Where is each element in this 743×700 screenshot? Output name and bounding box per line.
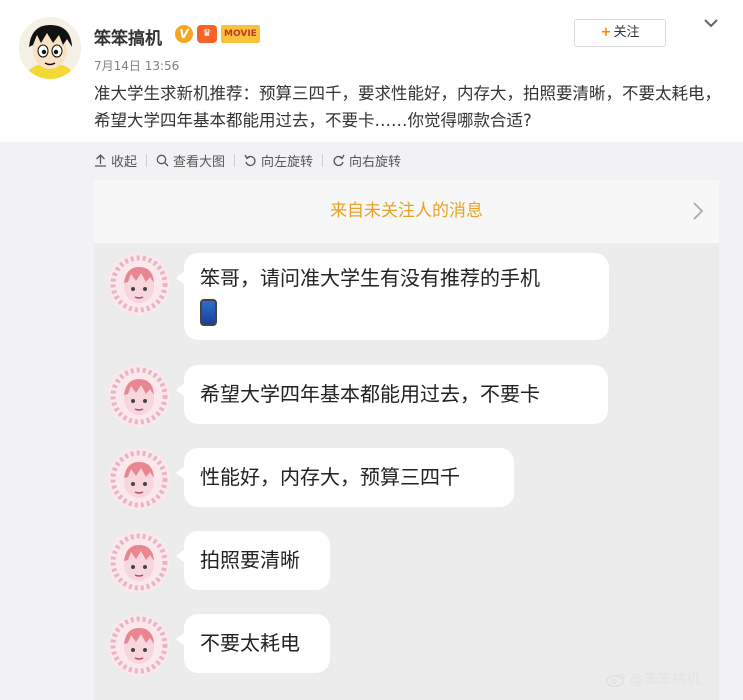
post-header: 笨笨搞机 V ♛ MOVIE 7月14日 13:56 + 关注 准大学生求新机推荐…	[0, 0, 743, 150]
rotate-left-button[interactable]: 向左旋转	[244, 151, 313, 170]
chat-bubble: 性能好，内存大，预算三四千	[176, 448, 514, 507]
chat-title: 来自未关注人的消息	[330, 201, 483, 221]
toolbar-divider	[322, 153, 324, 167]
weibo-icon	[606, 672, 625, 687]
toolbar-divider	[146, 153, 148, 167]
collapse-button[interactable]: 收起	[94, 151, 137, 170]
message-text: 希望大学四年基本都能用过去，不要卡	[200, 382, 540, 406]
follow-label: 关注	[613, 25, 640, 40]
post-text: 准大学生求新机推荐：预算三四千，要求性能好，内存大，拍照要清晰，不要太耗电，希望…	[94, 84, 721, 130]
view-large-label: 查看大图	[173, 154, 226, 170]
user-badges: V ♛ MOVIE	[175, 25, 260, 43]
chat-bubble: 不要太耗电	[176, 614, 330, 673]
message-text: 性能好，内存大，预算三四千	[200, 465, 460, 489]
user-avatar[interactable]	[19, 17, 81, 79]
movie-badge-icon[interactable]: MOVIE	[221, 25, 260, 43]
chevron-right-icon	[693, 202, 704, 220]
sender-avatar	[108, 614, 170, 676]
plus-icon: +	[600, 25, 612, 40]
chevron-down-icon[interactable]	[702, 14, 720, 32]
chat-bubble: 希望大学四年基本都能用过去，不要卡	[176, 365, 608, 424]
watermark: @笨笨搞机	[606, 669, 700, 689]
toolbar-divider	[234, 153, 236, 167]
sender-avatar	[108, 365, 170, 427]
image-toolbar: 收起 查看大图 向左旋转 向右旋转	[94, 149, 401, 171]
message-text: 不要太耗电	[200, 631, 300, 655]
phone-emoji	[200, 299, 217, 326]
rotate-right-icon	[333, 154, 345, 166]
chat-bubble: 笨哥，请问准大学生有没有推荐的手机	[176, 253, 609, 340]
sender-avatar	[108, 531, 170, 593]
chat-screenshot[interactable]: 来自未关注人的消息 笨哥，请问准大学生有没有推荐的手机 希望大学四年基本都能用过…	[94, 180, 719, 700]
username[interactable]: 笨笨搞机	[94, 24, 162, 49]
rotate-left-label: 向左旋转	[261, 154, 314, 170]
rotate-left-icon	[244, 154, 256, 166]
chat-bubble: 拍照要清晰	[176, 531, 330, 590]
collapse-icon	[95, 153, 106, 167]
rotate-right-label: 向右旋转	[349, 154, 402, 170]
sender-avatar	[108, 448, 170, 510]
view-large-button[interactable]: 查看大图	[156, 151, 225, 170]
message-text: 笨哥，请问准大学生有没有推荐的手机	[200, 266, 540, 290]
post-timestamp[interactable]: 7月14日 13:56	[94, 57, 179, 74]
search-icon	[156, 154, 169, 166]
watermark-text: @笨笨搞机	[630, 672, 700, 688]
vip-crown-icon[interactable]: ♛	[197, 25, 217, 43]
message-text: 拍照要清晰	[200, 548, 300, 572]
verified-v-icon[interactable]: V	[175, 25, 193, 43]
sender-avatar	[108, 253, 170, 315]
follow-button[interactable]: + 关注	[574, 19, 666, 47]
collapse-label: 收起	[111, 154, 138, 170]
rotate-right-button[interactable]: 向右旋转	[332, 151, 401, 170]
